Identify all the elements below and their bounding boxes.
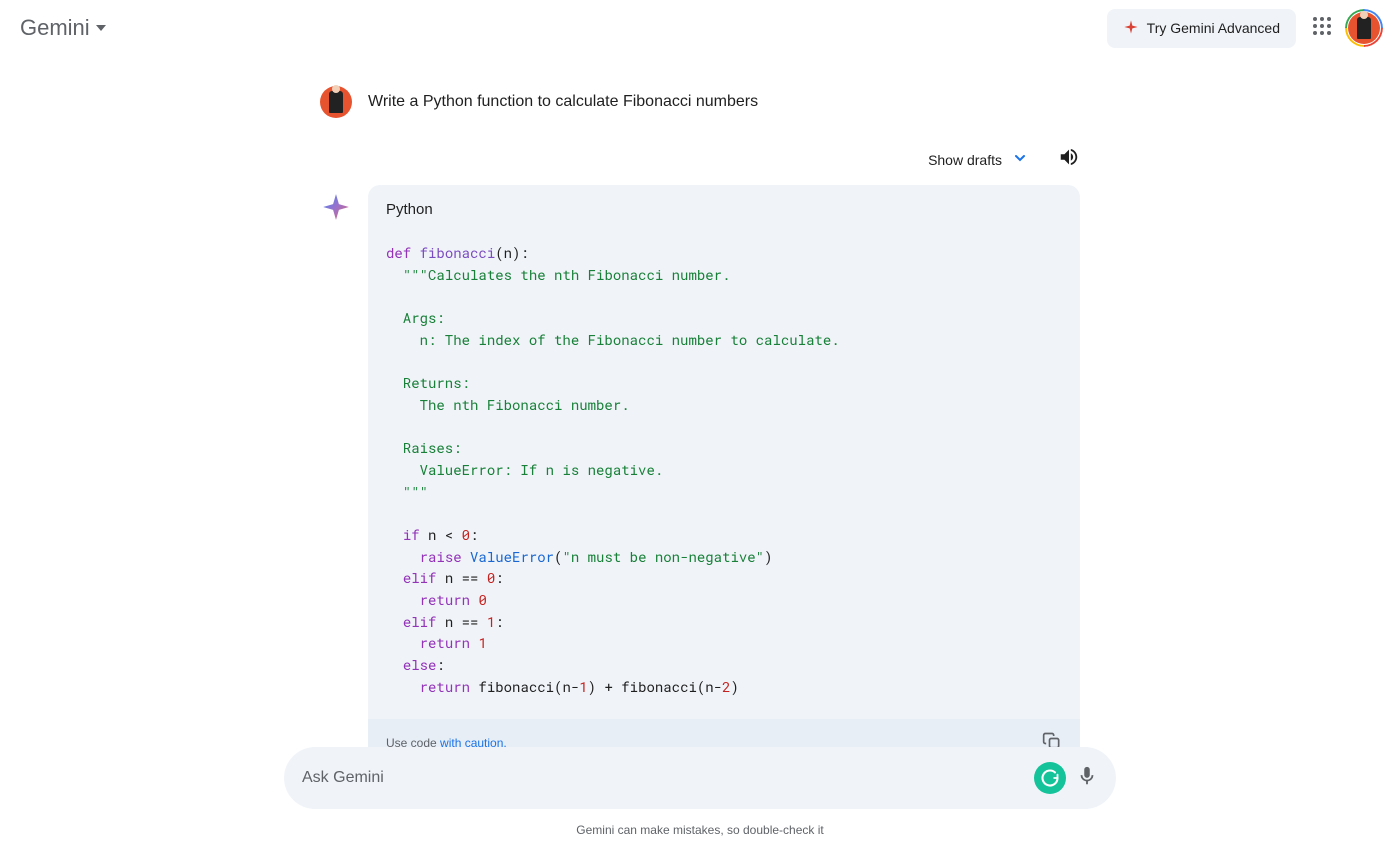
show-drafts-button[interactable]: Show drafts [928,150,1028,169]
google-apps-icon[interactable] [1310,14,1334,43]
microphone-icon[interactable] [1076,765,1098,792]
gemini-sparkle-icon [320,191,352,223]
show-drafts-label: Show drafts [928,152,1002,168]
code-block: Python def fibonacci(n): """Calculates t… [368,185,1080,766]
chevron-down-icon [1012,150,1028,169]
sparkle-icon [1123,19,1139,38]
disclaimer-text: Gemini can make mistakes, so double-chec… [0,823,1400,837]
user-avatar [320,86,352,118]
profile-avatar[interactable] [1348,12,1380,44]
prompt-input-bar [284,747,1116,809]
try-advanced-label: Try Gemini Advanced [1147,20,1280,36]
response-toolbar: Show drafts [320,146,1080,173]
input-bar-container [284,747,1116,809]
code-language-label: Python [368,185,1080,228]
user-prompt-text: Write a Python function to calculate Fib… [368,93,758,111]
code-content: def fibonacci(n): """Calculates the nth … [368,228,1080,719]
try-gemini-advanced-button[interactable]: Try Gemini Advanced [1107,9,1296,48]
user-message-row: Write a Python function to calculate Fib… [320,86,1080,118]
app-title: Gemini [20,15,90,41]
speaker-icon[interactable] [1058,146,1080,173]
header-bar: Gemini Try Gemini Advanced [0,0,1400,56]
grammarly-badge-icon[interactable] [1034,762,1066,794]
model-response-row: Python def fibonacci(n): """Calculates t… [320,185,1080,766]
header-right: Try Gemini Advanced [1107,9,1380,48]
caret-down-icon [96,23,106,34]
conversation-area: Write a Python function to calculate Fib… [320,56,1080,766]
app-switcher[interactable]: Gemini [20,15,106,41]
prompt-input[interactable] [302,769,1034,787]
